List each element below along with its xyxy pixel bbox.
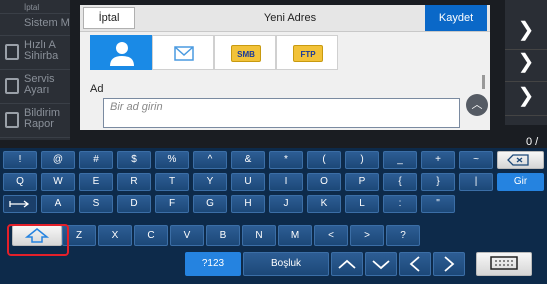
enter-key[interactable]: Gir <box>497 173 544 191</box>
envelope-icon <box>174 46 194 61</box>
key[interactable]: K <box>307 195 341 213</box>
report-icon <box>5 112 19 128</box>
backspace-key[interactable] <box>497 151 544 169</box>
key[interactable]: Y <box>193 173 227 191</box>
type-smb-button[interactable]: SMB <box>214 35 276 70</box>
key[interactable]: < <box>314 225 348 246</box>
bg-arrow-3: ❯ <box>505 76 547 116</box>
keyboard-hide-icon <box>490 256 518 270</box>
key[interactable]: ! <box>3 151 37 169</box>
key[interactable]: E <box>79 173 113 191</box>
key[interactable]: W <box>41 173 75 191</box>
dialog-title: Yeni Adres <box>263 12 317 24</box>
key[interactable]: " <box>421 195 455 213</box>
key[interactable]: ? <box>386 225 420 246</box>
key[interactable]: ~ <box>459 151 493 169</box>
key[interactable]: % <box>155 151 189 169</box>
key[interactable]: P <box>345 173 379 191</box>
key[interactable]: X <box>98 225 132 246</box>
bg-menu-top: İptal <box>0 0 70 14</box>
type-ftp-button[interactable]: FTP <box>276 35 338 70</box>
key[interactable]: O <box>307 173 341 191</box>
background-menu: İptal Sistem M Hızlı A Sihirba Servis Ay… <box>0 0 70 140</box>
name-label: Ad <box>90 83 104 95</box>
key[interactable]: F <box>155 195 189 213</box>
key[interactable]: @ <box>41 151 75 169</box>
hide-keyboard-key[interactable] <box>476 252 532 276</box>
key[interactable]: & <box>231 151 265 169</box>
key[interactable]: ( <box>307 151 341 169</box>
key[interactable]: } <box>421 173 455 191</box>
key[interactable]: S <box>79 195 113 213</box>
key[interactable]: C <box>134 225 168 246</box>
up-arrow-key[interactable] <box>331 252 363 276</box>
backspace-icon <box>507 154 529 166</box>
name-input[interactable] <box>103 98 460 128</box>
chevron-up-icon: ︿ <box>471 99 483 111</box>
bg-menu-item-wizard: Hızlı A Sihirba <box>0 36 70 70</box>
key[interactable]: ) <box>345 151 379 169</box>
right-arrow-key[interactable] <box>433 252 465 276</box>
save-button[interactable]: Kaydet <box>425 5 487 31</box>
key[interactable]: Q <box>3 173 37 191</box>
bg-menu-item-system: Sistem M <box>0 14 70 36</box>
key[interactable]: | <box>459 173 493 191</box>
key[interactable]: # <box>79 151 113 169</box>
shift-key-highlight <box>7 224 69 256</box>
dialog-header: İptal Yeni Adres Kaydet <box>80 5 490 32</box>
key[interactable]: U <box>231 173 265 191</box>
key[interactable]: D <box>117 195 151 213</box>
key[interactable]: R <box>117 173 151 191</box>
space-key[interactable]: Boşluk <box>243 252 329 276</box>
right-arrow-icon <box>444 256 455 272</box>
key[interactable]: _ <box>383 151 417 169</box>
numeric-mode-key[interactable]: ?123 <box>185 252 241 276</box>
bg-menu-item-service: Servis Ayarı <box>0 70 70 104</box>
key[interactable]: A <box>41 195 75 213</box>
key[interactable]: > <box>350 225 384 246</box>
down-arrow-key[interactable] <box>365 252 397 276</box>
bg-menu-item-report: Bildirim Rapor <box>0 104 70 138</box>
user-icon <box>110 42 134 66</box>
key[interactable]: N <box>242 225 276 246</box>
key[interactable]: { <box>383 173 417 191</box>
key[interactable]: I <box>269 173 303 191</box>
key[interactable]: G <box>193 195 227 213</box>
cancel-button[interactable]: İptal <box>83 7 135 29</box>
type-email-button[interactable] <box>152 35 214 70</box>
key[interactable]: H <box>231 195 265 213</box>
service-icon <box>5 78 19 94</box>
folder-ftp-icon: FTP <box>293 45 323 62</box>
key[interactable]: $ <box>117 151 151 169</box>
scrollbar[interactable] <box>482 75 485 89</box>
type-user-button[interactable] <box>90 35 152 70</box>
tab-icon <box>9 200 30 208</box>
up-arrow-icon <box>338 259 356 269</box>
folder-smb-icon: SMB <box>231 45 261 62</box>
left-arrow-icon <box>409 256 420 272</box>
wizard-icon <box>5 44 19 60</box>
key[interactable]: V <box>170 225 204 246</box>
tab-key[interactable] <box>3 195 37 213</box>
key[interactable]: B <box>206 225 240 246</box>
key[interactable]: J <box>269 195 303 213</box>
key[interactable]: L <box>345 195 379 213</box>
key[interactable]: + <box>421 151 455 169</box>
key[interactable]: M <box>278 225 312 246</box>
key[interactable]: * <box>269 151 303 169</box>
scroll-up-button[interactable]: ︿ <box>466 94 488 116</box>
key[interactable]: T <box>155 173 189 191</box>
new-address-dialog: İptal Yeni Adres Kaydet SMB FTP Ad ︿ <box>80 5 490 130</box>
key[interactable]: : <box>383 195 417 213</box>
down-arrow-icon <box>372 260 390 270</box>
onscreen-keyboard: ! @ # $ % ^ & * ( ) _ + ~ Q W E R T Y U … <box>0 148 547 284</box>
left-arrow-key[interactable] <box>399 252 431 276</box>
key[interactable]: ^ <box>193 151 227 169</box>
